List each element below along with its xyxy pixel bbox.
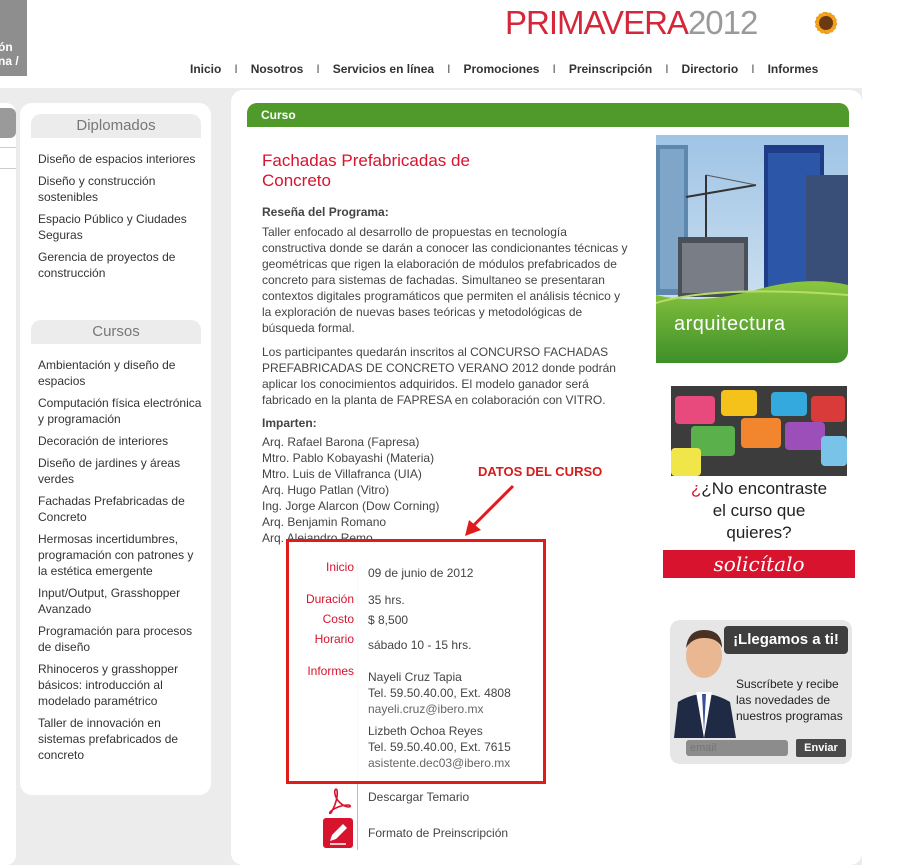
sidebar-item-curso[interactable]: Decoración de interiores bbox=[38, 433, 203, 449]
teacher-item: Mtro. Pablo Kobayashi (Materia) bbox=[262, 451, 435, 465]
sidebar-item-curso[interactable]: Fachadas Prefabricadas de Concreto bbox=[38, 493, 203, 525]
sidebar-item-curso[interactable]: Rhinoceros y grasshopper básicos: introd… bbox=[38, 661, 203, 709]
concurso-paragraph: Los participantes quedarán inscritos al … bbox=[262, 345, 616, 407]
newsletter-text: Suscríbete y recibe las novedades de nue… bbox=[736, 676, 843, 724]
teacher-item: Mtro. Luis de Villafranca (UIA) bbox=[262, 467, 422, 481]
sidebar-item-curso[interactable]: Hermosas incertidumbres, programación co… bbox=[38, 531, 203, 579]
newsletter-box: ¡Llegamos a ti! Suscríbete y recibe las … bbox=[670, 620, 852, 764]
no-encontraste-text1: ¿No encontraste bbox=[701, 479, 828, 498]
informes-label: Informes bbox=[307, 664, 354, 678]
sunflower-icon bbox=[814, 11, 838, 35]
nav-directorio[interactable]: Directorio bbox=[682, 62, 739, 76]
teacher-item: Arq. Benjamin Romano bbox=[262, 515, 387, 529]
costo-label: Costo bbox=[322, 612, 354, 626]
left-stub-tab[interactable] bbox=[0, 108, 16, 138]
brand-main: PRIMAVERA bbox=[505, 4, 689, 41]
sidebar-item-diplomado[interactable]: Gerencia de proyectos de construcción bbox=[38, 249, 203, 281]
sidebar-item-diplomado[interactable]: Diseño de espacios interiores bbox=[38, 151, 203, 167]
contact1-phone: Tel. 59.50.40.00, Ext. 4808 bbox=[368, 686, 511, 700]
contact2-name: Lizbeth Ochoa Reyes bbox=[368, 724, 483, 738]
cursos-list: Ambientación y diseño de espacios Comput… bbox=[38, 357, 203, 769]
suggest-course-box[interactable]: ¿¿No encontraste el curso que quieres? s… bbox=[663, 378, 855, 604]
annotation-arrow-icon bbox=[465, 484, 515, 536]
brand-year: 2012 bbox=[687, 4, 758, 41]
send-button[interactable]: Enviar bbox=[796, 739, 846, 757]
section-tab-line2: na / bbox=[0, 54, 19, 68]
pdf-icon[interactable] bbox=[322, 786, 354, 816]
cursos-heading: Cursos bbox=[31, 320, 201, 344]
resena-heading: Reseña del Programa: bbox=[262, 205, 389, 219]
duracion-label: Duración bbox=[305, 592, 354, 606]
teacher-item: Arq. Hugo Patlan (Vitro) bbox=[262, 483, 390, 497]
main-nav: Inicio I Nosotros I Servicios en línea I Promo… bbox=[190, 62, 818, 76]
arquitectura-label: arquitectura bbox=[674, 313, 786, 335]
form-edit-icon[interactable] bbox=[322, 817, 354, 849]
nav-promociones[interactable]: Promociones bbox=[463, 62, 539, 76]
sidebar-item-curso[interactable]: Programación para procesos de diseño bbox=[38, 623, 203, 655]
sidebar-item-curso[interactable]: Input/Output, Grasshopper Avanzado bbox=[38, 585, 203, 617]
nav-preinscripcion[interactable]: Preinscripción bbox=[569, 62, 652, 76]
contact1-email[interactable]: nayeli.cruz@ibero.mx bbox=[368, 701, 484, 717]
nav-separator: I bbox=[234, 62, 238, 76]
sidebar-item-curso[interactable]: Diseño de jardines y áreas verdes bbox=[38, 455, 203, 487]
costo-value: $ 8,500 bbox=[368, 613, 409, 627]
diplomados-list: Diseño de espacios interiores Diseño y c… bbox=[38, 151, 203, 287]
section-tab-line1: ón bbox=[0, 40, 13, 54]
inicio-value: 09 de junio de 2012 bbox=[368, 566, 474, 580]
email-input[interactable] bbox=[686, 740, 788, 756]
teacher-item: Arq. Rafael Barona (Fapresa) bbox=[262, 435, 420, 449]
left-stub-item[interactable] bbox=[0, 147, 16, 169]
sidebar: Diplomados Diseño de espacios interiores… bbox=[20, 103, 211, 795]
sidebar-item-curso[interactable]: Computación física electrónica y program… bbox=[38, 395, 203, 427]
speech-bubbles-image bbox=[671, 386, 847, 476]
no-encontraste-line1: ¿¿No encontraste bbox=[690, 479, 828, 498]
nav-separator: I bbox=[316, 62, 320, 76]
contact2-phone: Tel. 59.50.40.00, Ext. 7615 bbox=[368, 740, 511, 754]
sidebar-item-diplomado[interactable]: Espacio Público y Ciudades Seguras bbox=[38, 211, 203, 243]
llegamos-heading: ¡Llegamos a ti! bbox=[724, 626, 848, 654]
sidebar-item-curso[interactable]: Taller de innovación en sistemas prefabr… bbox=[38, 715, 203, 763]
contact2-email[interactable]: asistente.dec03@ibero.mx bbox=[368, 755, 510, 771]
nav-separator: I bbox=[552, 62, 556, 76]
left-panel-stub bbox=[0, 103, 16, 865]
page-title: Fachadas Prefabricadas de Concreto bbox=[262, 151, 470, 190]
newsletter-line1: Suscríbete y recibe bbox=[736, 677, 839, 691]
teacher-item: Ing. Jorge Alarcon (Dow Corning) bbox=[262, 499, 440, 513]
nav-servicios[interactable]: Servicios en línea bbox=[333, 62, 434, 76]
download-syllabus-link[interactable]: Descargar Temario bbox=[368, 790, 469, 804]
imparten-heading: Imparten: bbox=[262, 416, 317, 430]
datos-annotation: DATOS DEL CURSO bbox=[478, 464, 603, 479]
section-tab[interactable]: ón na / bbox=[0, 0, 27, 76]
curso-bar: Curso bbox=[247, 103, 849, 127]
contact1-name: Nayeli Cruz Tapia bbox=[368, 670, 462, 684]
horario-label: Horario bbox=[314, 632, 354, 646]
inicio-label: Inicio bbox=[325, 560, 354, 574]
resena-paragraph: Taller enfocado al desarrollo de propues… bbox=[262, 225, 628, 335]
sidebar-item-curso[interactable]: Ambientación y diseño de espacios bbox=[38, 357, 203, 389]
no-encontraste-line3: quieres? bbox=[726, 523, 792, 542]
nav-informes[interactable]: Informes bbox=[768, 62, 819, 76]
no-encontraste-line2: el curso que bbox=[712, 501, 806, 520]
newsletter-line2: las novedades de bbox=[736, 693, 831, 707]
nav-separator: I bbox=[447, 62, 451, 76]
teachers-list: Arq. Rafael Barona (Fapresa) Mtro. Pablo… bbox=[262, 434, 439, 546]
duracion-value: 35 hrs. bbox=[368, 593, 405, 607]
solicitalo-button[interactable]: solicítalo bbox=[663, 550, 855, 578]
nav-separator: I bbox=[751, 62, 755, 76]
diplomados-heading: Diplomados bbox=[31, 114, 201, 138]
preinscription-form-link[interactable]: Formato de Preinscripción bbox=[368, 826, 508, 840]
nav-inicio[interactable]: Inicio bbox=[190, 62, 221, 76]
nav-nosotros[interactable]: Nosotros bbox=[251, 62, 304, 76]
sidebar-item-diplomado[interactable]: Diseño y construcción sostenibles bbox=[38, 173, 203, 205]
arquitectura-banner[interactable]: arquitectura bbox=[656, 135, 848, 363]
brand-logo[interactable]: PRIMAVERA2012 bbox=[505, 4, 758, 42]
horario-value: sábado 10 - 15 hrs. bbox=[368, 638, 472, 652]
nav-separator: I bbox=[665, 62, 669, 76]
newsletter-line3: nuestros programas bbox=[736, 709, 843, 723]
